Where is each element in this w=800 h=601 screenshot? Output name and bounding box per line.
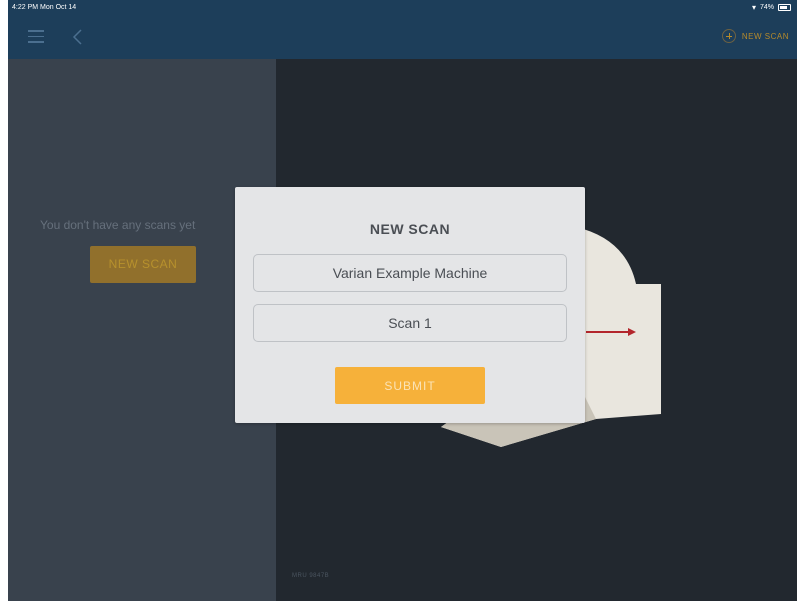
plus-circle-icon [721,29,736,43]
battery-percent: 74% [759,4,774,11]
submit-button[interactable]: SUBMIT [335,367,485,404]
wifi-icon: ▾ [751,3,756,12]
status-right: ▾ 74% [752,0,791,15]
hamburger-menu-icon[interactable] [28,30,44,43]
preview-footer-text: MRU 9847B [292,573,330,579]
app-frame: 4:22 PM Mon Oct 14 ▾ 74% NEW SCAN You do… [8,0,797,601]
nav-bar: NEW SCAN [8,15,797,59]
machine-field[interactable] [253,254,567,292]
chevron-left-icon[interactable] [70,28,86,46]
new-scan-button[interactable]: NEW SCAN [90,246,196,283]
nav-new-scan-label: NEW SCAN [741,31,789,41]
scan-name-field[interactable] [253,304,567,342]
modal-title: NEW SCAN [369,221,451,237]
battery-icon [778,4,791,11]
nav-new-scan-button[interactable]: NEW SCAN [721,29,789,43]
new-scan-modal: NEW SCAN SUBMIT [235,187,585,423]
status-bar: 4:22 PM Mon Oct 14 ▾ 74% [8,0,797,15]
status-time: 4:22 PM Mon Oct 14 [12,4,77,11]
